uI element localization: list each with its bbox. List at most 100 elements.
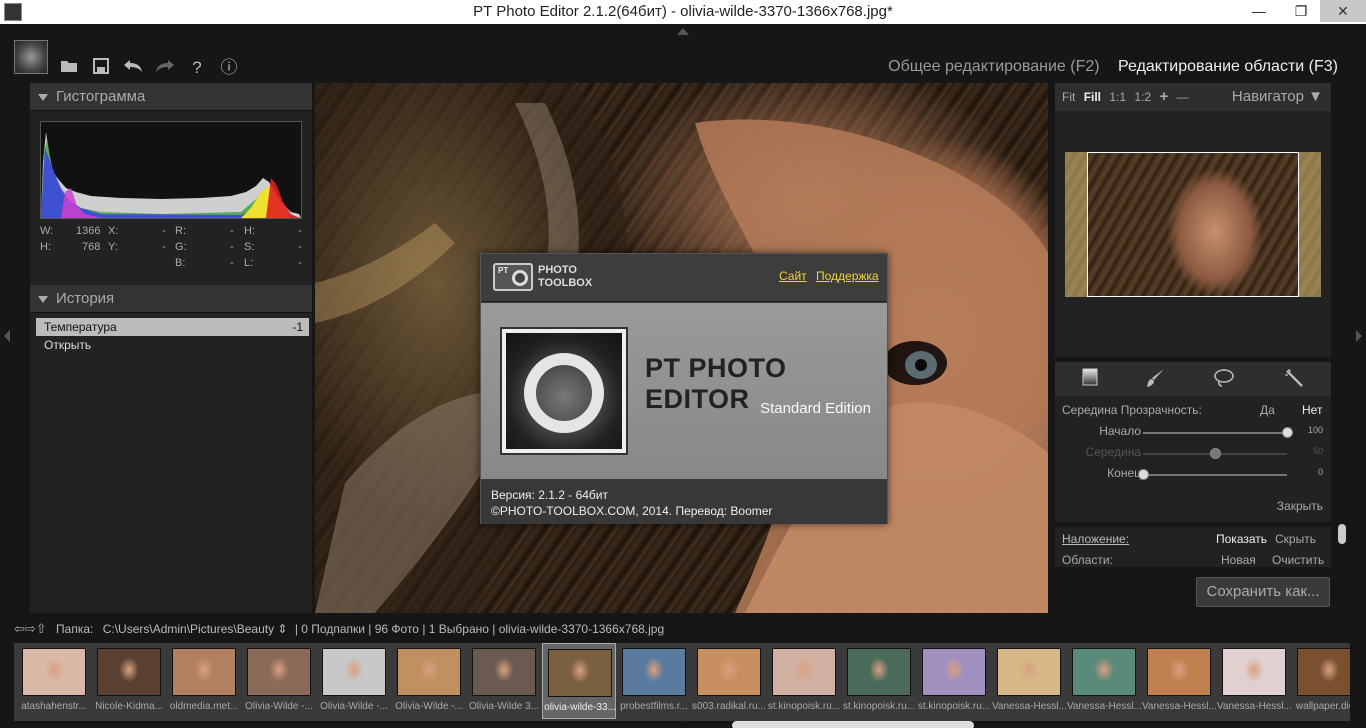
info-icon[interactable]: ⓘ (218, 58, 240, 78)
filmstrip-thumbnail[interactable]: Vanessa-Hessl... (1217, 643, 1291, 719)
filmstrip-thumbnail[interactable]: olivia-wilde-33... (542, 643, 616, 719)
filmstrip-thumbnail[interactable]: Vanessa-Hessl... (1067, 643, 1141, 719)
end-slider-knob[interactable] (1138, 469, 1149, 480)
filmstrip-thumbnail[interactable]: st.kinopoisk.ru... (917, 643, 991, 719)
filmstrip-thumbnail[interactable]: probestfilms.r... (617, 643, 691, 719)
help-icon[interactable]: ? (186, 58, 208, 78)
navigator-preview[interactable] (1065, 152, 1321, 297)
thumbnail-caption: olivia-wilde-33... (544, 702, 616, 713)
save-as-button[interactable]: Сохранить как... (1196, 577, 1330, 607)
app-logo-button[interactable] (14, 40, 48, 74)
thumbnail-caption: probestfilms.r... (620, 701, 688, 712)
filmstrip-thumbnail[interactable]: Vanessa-Hessl... (992, 643, 1066, 719)
w-label: W: (40, 225, 54, 237)
mid-slider-knob[interactable] (1210, 448, 1221, 459)
new-area-button[interactable]: Новая (1221, 553, 1256, 567)
maximize-button[interactable]: ❐ (1286, 0, 1316, 22)
overlay-hide-option[interactable]: Скрыть (1275, 532, 1316, 546)
copyright-text: ©PHOTO-TOOLBOX.COM, 2014. Перевод: Boome… (491, 504, 773, 518)
histogram-info: W: 1366 X: - R: - H: - H: 768 Y: - G: - … (40, 225, 306, 273)
folder-icon[interactable] (58, 58, 80, 78)
w-value: 1366 (76, 225, 101, 237)
filmstrip-thumbnail[interactable]: Olivia-Wilde 3... (467, 643, 541, 719)
thumbnail-image (472, 648, 536, 696)
lasso-tool-icon[interactable] (1213, 368, 1235, 390)
mid-slider-track[interactable] (1143, 448, 1287, 459)
tab-area-edit[interactable]: Редактирование области (F3) (1118, 58, 1338, 75)
filmstrip-thumbnail[interactable]: st.kinopoisk.ru... (842, 643, 916, 719)
preview-outside-right (1299, 152, 1321, 297)
close-button[interactable]: ✕ (1320, 0, 1366, 22)
filmstrip-thumbnail[interactable]: oldmedia.met... (167, 643, 241, 719)
undo-icon[interactable] (122, 58, 144, 78)
filmstrip-thumbnail[interactable]: s003.radikal.ru... (692, 643, 766, 719)
tab-general-edit[interactable]: Общее редактирование (F2) (888, 58, 1099, 75)
history-header[interactable]: История (30, 285, 312, 313)
y-label: Y: (108, 241, 118, 253)
about-header: PT PHOTO TOOLBOX Сайт Поддержка (481, 254, 887, 302)
filmstrip-thumbnail[interactable]: Olivia-Wilde -... (392, 643, 466, 719)
zoom-fit-button[interactable]: Fit (1062, 90, 1075, 104)
folder-stats: | 0 Подпапки | 96 Фото | 1 Выбрано | oli… (294, 622, 665, 636)
mode-tabs: Общее редактирование (F2) Редактирование… (874, 58, 1338, 76)
collapse-right-icon[interactable] (1356, 330, 1362, 342)
thumbnail-image (548, 649, 612, 697)
minimize-button[interactable]: — (1244, 0, 1274, 22)
areas-label: Области: (1062, 553, 1113, 567)
filmstrip-thumbnail[interactable]: Nicole-Kidma... (92, 643, 166, 719)
filmstrip-thumbnail[interactable]: wallpaper.dic... (1292, 643, 1350, 719)
filmstrip[interactable]: atashahenstr... Nicole-Kidma... oldmedia.m… (14, 643, 1350, 721)
start-slider-row: Начало 100 (1055, 424, 1331, 442)
folder-path[interactable]: C:\Users\Admin\Pictures\Beauty ⇕ (103, 622, 288, 636)
brush-tool-icon[interactable] (1145, 368, 1167, 390)
filmstrip-scrollbar[interactable] (732, 721, 974, 728)
history-item[interactable]: Открыть (36, 336, 309, 354)
zoom-1-2-button[interactable]: 1:2 (1134, 90, 1151, 104)
h-value: 768 (82, 241, 101, 253)
support-link[interactable]: Поддержка (816, 269, 879, 283)
zoom-fill-button[interactable]: Fill (1084, 90, 1101, 104)
filmstrip-thumbnail[interactable]: atashahenstr... (17, 643, 91, 719)
opacity-no-option[interactable]: Нет (1302, 403, 1322, 417)
thumbnail-caption: atashahenstr... (21, 701, 87, 712)
collapse-triangle-icon (38, 93, 48, 101)
x-label: X: (108, 225, 119, 237)
redo-icon[interactable] (154, 58, 176, 78)
magic-wand-icon[interactable] (1283, 368, 1305, 390)
opacity-yes-option[interactable]: Да (1260, 403, 1275, 417)
version-text: Версия: 2.1.2 - 64бит (491, 488, 608, 502)
hue-label: H: (244, 225, 255, 237)
panel-scrollbar[interactable] (1338, 524, 1346, 544)
gradient-tool-icon[interactable] (1079, 368, 1101, 390)
start-slider-knob[interactable] (1282, 427, 1293, 438)
filmstrip-thumbnail[interactable]: Olivia-Wilde -... (242, 643, 316, 719)
thumbnail-image (622, 648, 686, 696)
history-title: История (56, 290, 115, 307)
s-value: - (298, 241, 302, 253)
photo-toolbox-logo-icon: PT (493, 263, 533, 291)
history-item[interactable]: Температура -1 (36, 318, 309, 336)
histogram-header[interactable]: Гистограмма (30, 83, 312, 111)
collapse-top-icon[interactable] (677, 28, 689, 35)
zoom-out-icon[interactable]: — (1177, 90, 1189, 104)
filmstrip-thumbnail[interactable]: Olivia-Wilde -... (317, 643, 391, 719)
folder-nav-arrows-icon[interactable]: ⇦⇨⇧ (14, 621, 47, 636)
filmstrip-thumbnail[interactable]: st.kinopoisk.ru... (767, 643, 841, 719)
clear-areas-button[interactable]: Очистить (1272, 553, 1324, 567)
end-slider-track[interactable] (1138, 469, 1287, 480)
r-value: - (230, 225, 234, 237)
start-slider-track[interactable] (1143, 427, 1293, 438)
viewport-frame[interactable] (1087, 152, 1299, 297)
site-link[interactable]: Сайт (779, 269, 807, 283)
thumbnail-caption: oldmedia.met... (169, 701, 239, 712)
zoom-1-1-button[interactable]: 1:1 (1109, 90, 1126, 104)
filmstrip-thumbnail[interactable]: Vanessa-Hessl... (1142, 643, 1216, 719)
close-area-tools-button[interactable]: Закрыть (1277, 499, 1323, 513)
navigator-title[interactable]: Навигатор ▼ (1232, 83, 1323, 111)
collapse-left-icon[interactable] (4, 330, 10, 342)
camera-lens-icon (512, 270, 528, 286)
zoom-in-icon[interactable]: + (1159, 88, 1168, 105)
overlay-show-option[interactable]: Показать (1216, 532, 1267, 546)
left-panel: Гистограмма W: 1366 X: - R: - H: - H: 76… (30, 83, 312, 613)
save-icon[interactable] (90, 58, 112, 78)
